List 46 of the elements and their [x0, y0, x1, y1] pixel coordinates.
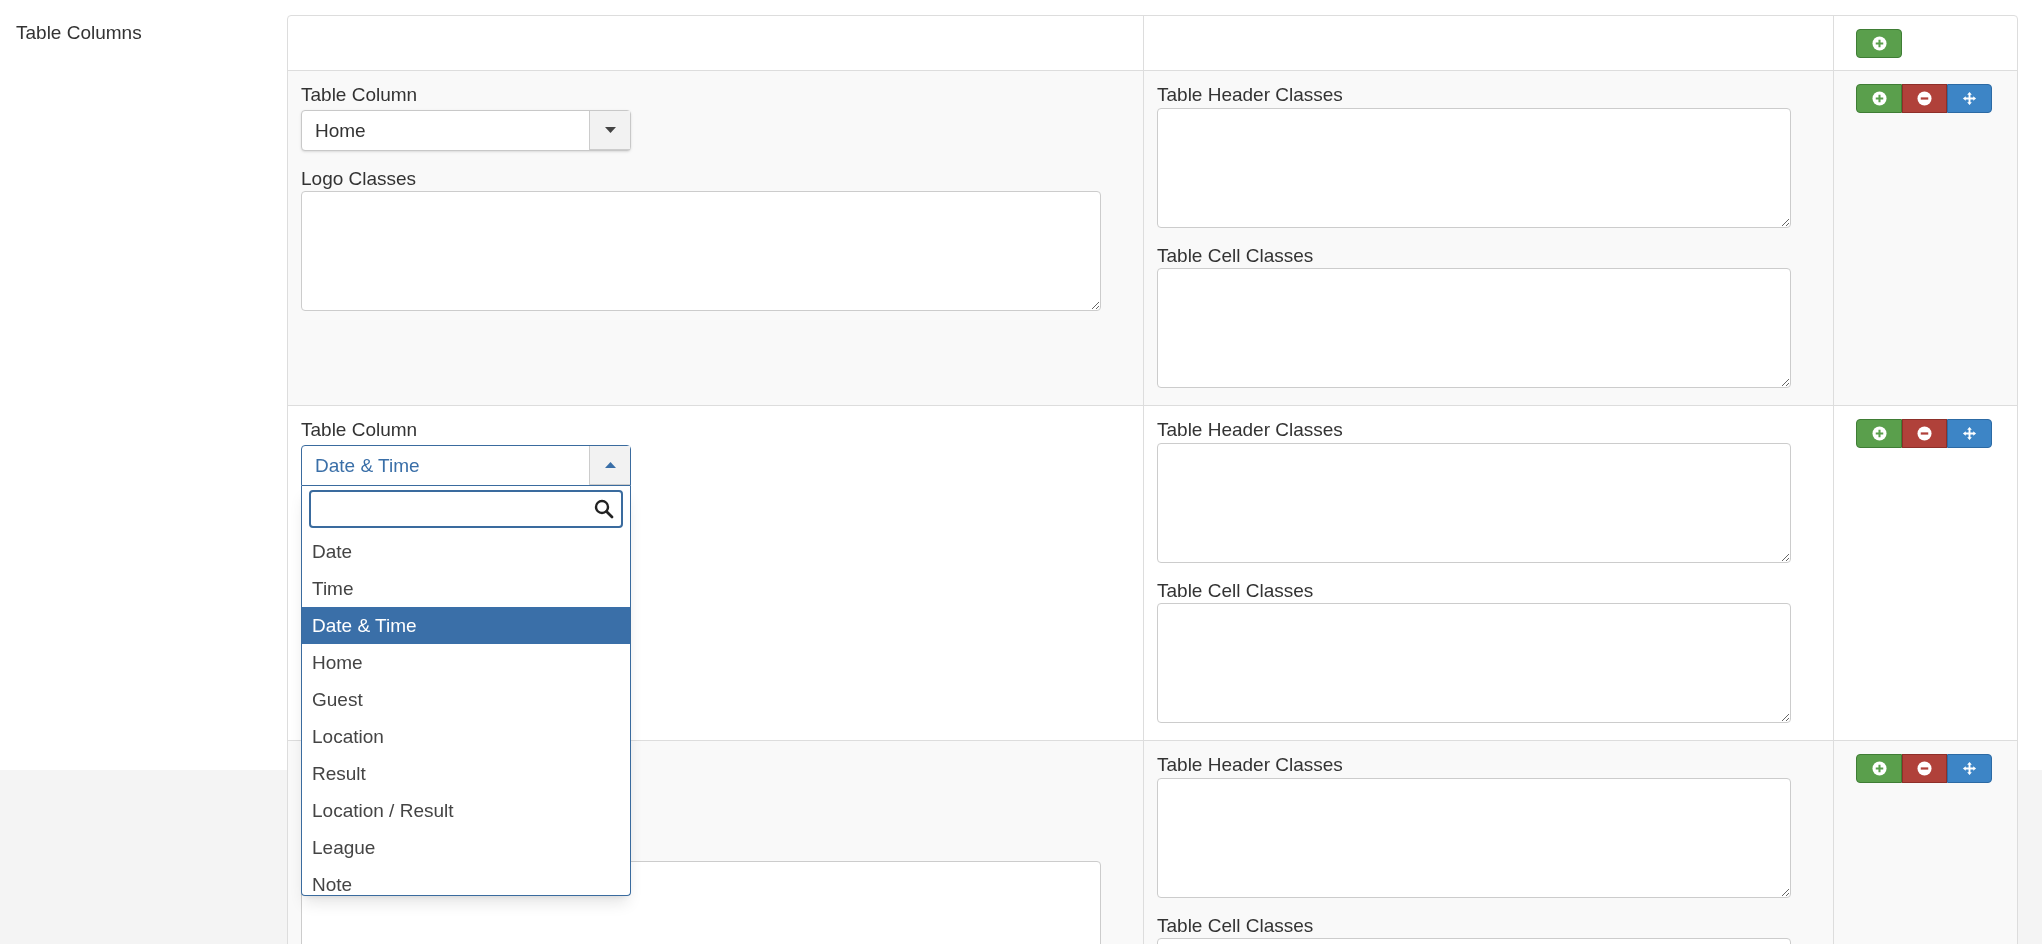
move-arrows-icon	[1962, 91, 1977, 106]
dropdown-option[interactable]: Result	[302, 755, 630, 792]
field-label: Table Column	[301, 418, 419, 442]
dropdown-option[interactable]: Location	[302, 718, 630, 755]
plus-circle-icon	[1871, 761, 1887, 776]
field-label: Table Cell Classes	[1157, 579, 1315, 603]
field-label: Table Column	[301, 83, 419, 107]
field-label: Table Cell Classes	[1157, 244, 1315, 268]
add-button[interactable]	[1856, 29, 1902, 58]
minus-circle-icon	[1917, 761, 1932, 776]
field-label: Table Cell Classes	[1157, 914, 1315, 938]
plus-circle-icon	[1871, 426, 1887, 441]
dropdown-option[interactable]: Guest	[302, 681, 630, 718]
add-button[interactable]	[1856, 419, 1902, 448]
minus-circle-icon	[1917, 91, 1932, 106]
select-dropdown[interactable]: Home	[301, 110, 631, 151]
select-dropdown[interactable]: Date & Time	[301, 445, 631, 486]
plus-circle-icon	[1871, 36, 1887, 51]
remove-button[interactable]	[1902, 84, 1947, 113]
dropdown-option[interactable]: Location / Result	[302, 792, 630, 829]
dropdown-option[interactable]: Time	[302, 570, 630, 607]
move-arrows-icon	[1962, 426, 1977, 441]
remove-button[interactable]	[1902, 754, 1947, 783]
field-label: Table Header Classes	[1157, 753, 1344, 777]
search-icon	[594, 499, 614, 519]
dropdown-option[interactable]: Date	[302, 533, 630, 570]
field-label: Logo Classes	[301, 167, 418, 191]
field-label: Table Header Classes	[1157, 83, 1344, 107]
minus-circle-icon	[1917, 426, 1932, 441]
caret-up-icon	[604, 462, 616, 468]
caret-down-icon	[604, 127, 616, 133]
move-button[interactable]	[1947, 754, 1992, 783]
move-button[interactable]	[1947, 84, 1992, 113]
add-button[interactable]	[1856, 754, 1902, 783]
dropdown-option[interactable]: Date & Time	[302, 607, 630, 644]
dropdown-option[interactable]: League	[302, 829, 630, 866]
search-field[interactable]	[309, 490, 623, 528]
add-button[interactable]	[1856, 84, 1902, 113]
dropdown-option[interactable]: Note	[302, 866, 630, 895]
move-arrows-icon	[1962, 761, 1977, 776]
section-label: Table Columns	[16, 22, 142, 43]
field-label: Table Header Classes	[1157, 418, 1344, 442]
remove-button[interactable]	[1902, 419, 1947, 448]
plus-circle-icon	[1871, 91, 1887, 106]
move-button[interactable]	[1947, 419, 1992, 448]
dropdown-option[interactable]: Home	[302, 644, 630, 681]
